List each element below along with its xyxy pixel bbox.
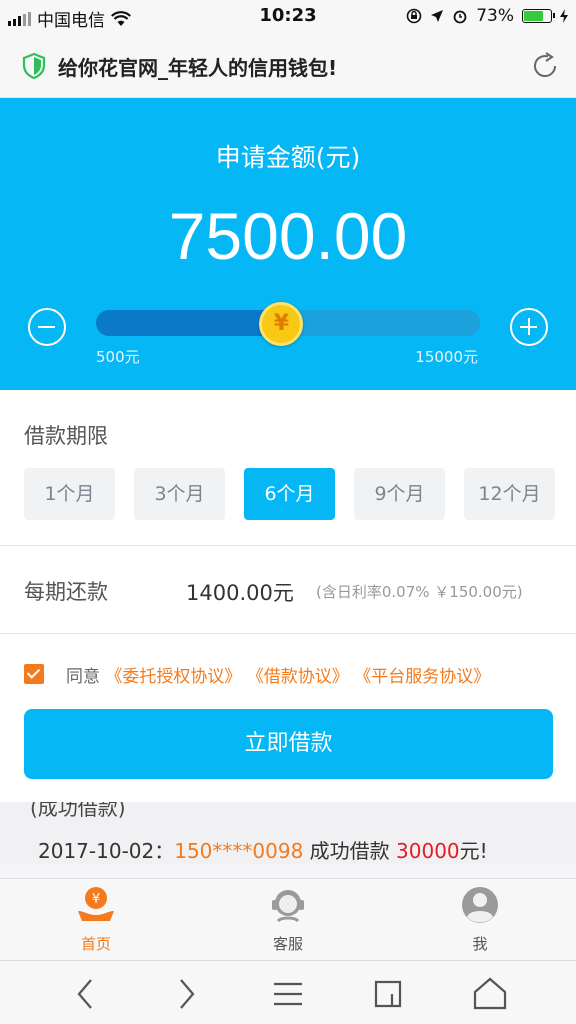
page-title: 给你花官网_年轻人的信用钱包! xyxy=(58,56,338,80)
tab-customer-service-label: 客服 xyxy=(272,935,303,953)
browser-title-bar: 给你花官网_年轻人的信用钱包! xyxy=(0,34,576,98)
agree-prefix: 同意 xyxy=(66,667,100,687)
charging-icon xyxy=(560,9,568,23)
battery-icon xyxy=(522,9,555,23)
tab-home[interactable]: ¥ 首页 xyxy=(36,885,156,954)
tab-home-label: 首页 xyxy=(80,935,111,953)
ticker-mid-text: 成功借款 xyxy=(309,839,390,863)
home-icon[interactable] xyxy=(470,974,510,1014)
back-icon[interactable] xyxy=(66,974,106,1014)
term-option-6-months[interactable]: 6个月 xyxy=(244,468,335,520)
loan-term-section: 借款期限 1个月 3个月 6个月 9个月 12个月 xyxy=(0,390,576,546)
loan-agreement-link[interactable]: 《借款协议》 xyxy=(247,667,349,687)
ticker-phone: 150****0098 xyxy=(174,839,304,863)
agreement-section: 同意 《委托授权协议》 《借款协议》 《平台服务协议》 立即借款 xyxy=(0,634,576,802)
rotation-lock-icon xyxy=(406,8,422,24)
term-option-9-months[interactable]: 9个月 xyxy=(354,468,445,520)
customer-service-icon xyxy=(272,890,304,923)
ticker-current-line: 2017-10-02：150****0098 成功借款 30000元! xyxy=(38,835,488,864)
term-option-3-months[interactable]: 3个月 xyxy=(134,468,225,520)
tabs-icon[interactable] xyxy=(368,974,408,1014)
loan-amount-panel: 申请金额(元) 7500.00 ¥ 500元 15000元 xyxy=(0,98,576,390)
ticker-previous-line: (成功借款) xyxy=(30,802,126,820)
battery-percent: 73% xyxy=(476,6,514,26)
decrease-amount-button[interactable] xyxy=(28,308,66,346)
borrow-now-button[interactable]: 立即借款 xyxy=(24,709,553,779)
agree-checkbox[interactable] xyxy=(24,664,44,684)
slider-max-label: 15000元 xyxy=(415,348,478,366)
ticker-amount: 30000 xyxy=(396,839,460,863)
forward-icon[interactable] xyxy=(166,974,206,1014)
repayment-amount: 1400.00元 xyxy=(186,581,294,605)
bottom-tab-bar: ¥ 首页 客服 我 xyxy=(0,878,576,960)
browser-toolbar xyxy=(0,960,576,1024)
status-bar: 中国电信 10:23 73% xyxy=(0,0,576,34)
alarm-icon xyxy=(453,10,467,24)
amount-slider-coin-handle[interactable]: ¥ xyxy=(259,302,304,346)
repayment-row: 每期还款 1400.00元 (含日利率0.07% ￥150.00元) xyxy=(0,546,576,634)
loan-news-ticker: (成功借款) 2017-10-02：150****0098 成功借款 30000… xyxy=(0,802,576,864)
menu-icon[interactable] xyxy=(268,974,308,1014)
location-icon xyxy=(431,10,444,22)
ticker-date: 2017-10-02： xyxy=(38,839,175,863)
battery-level xyxy=(524,11,543,21)
repayment-interest-note: (含日利率0.07% ￥150.00元) xyxy=(316,583,523,601)
term-option-12-months[interactable]: 12个月 xyxy=(464,468,555,520)
entrust-authorization-agreement-link[interactable]: 《委托授权协议》 xyxy=(105,667,241,687)
tab-customer-service[interactable]: 客服 xyxy=(228,885,348,954)
amount-label: 申请金额(元) xyxy=(215,143,361,172)
slider-min-label: 500元 xyxy=(96,348,140,366)
home-coin-icon: ¥ xyxy=(78,887,114,921)
agreement-text: 同意 《委托授权协议》 《借款协议》 《平台服务协议》 xyxy=(66,662,490,687)
amount-value: 7500.00 xyxy=(168,199,408,273)
refresh-icon[interactable] xyxy=(530,51,560,81)
user-icon xyxy=(462,887,498,923)
tab-me[interactable]: 我 xyxy=(420,885,540,954)
ticker-suffix: 元! xyxy=(459,839,488,863)
term-label: 借款期限 xyxy=(24,424,108,448)
platform-service-agreement-link[interactable]: 《平台服务协议》 xyxy=(354,667,490,687)
term-option-1-month[interactable]: 1个月 xyxy=(24,468,115,520)
svg-text:¥: ¥ xyxy=(92,892,100,907)
repayment-label: 每期还款 xyxy=(24,580,108,604)
tab-me-label: 我 xyxy=(472,935,488,953)
term-options: 1个月 3个月 6个月 9个月 12个月 xyxy=(24,468,555,520)
secure-shield-icon xyxy=(22,52,46,80)
amount-slider-fill xyxy=(96,310,282,336)
status-right: 73% xyxy=(406,6,568,26)
increase-amount-button[interactable] xyxy=(510,308,548,346)
